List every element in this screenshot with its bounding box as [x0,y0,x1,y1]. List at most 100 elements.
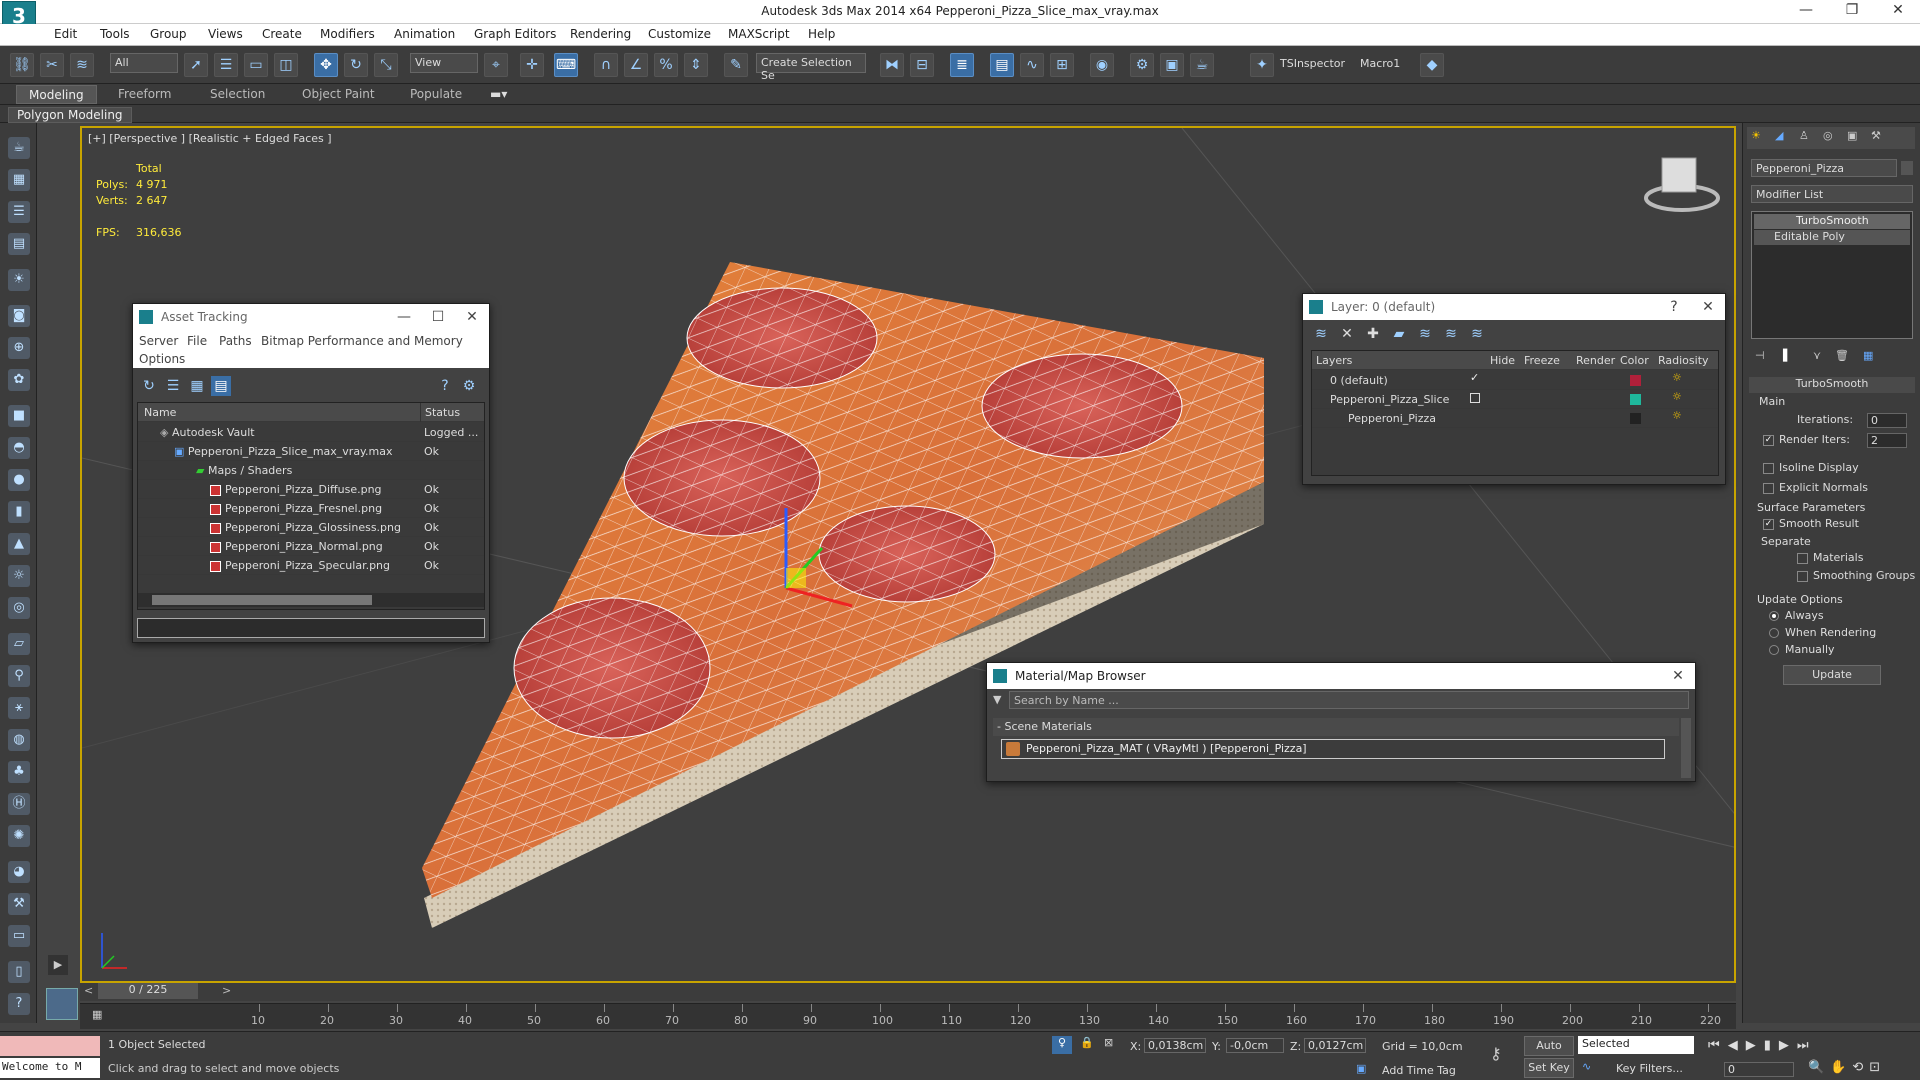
curve-editor-icon[interactable]: ∿ [1020,53,1044,77]
menu-options[interactable]: Options [139,352,185,366]
radiosity-icon[interactable]: ☼ [1672,371,1682,384]
cone-icon[interactable]: ▲ [8,533,30,555]
explicit-normals-checkbox[interactable] [1763,483,1774,494]
ts-inspector-icon[interactable]: ✦ [1250,53,1274,77]
macro-label[interactable]: Macro1 [1360,57,1400,70]
add-to-layer-icon[interactable]: ✚ [1363,324,1383,344]
snap-toggle-icon[interactable]: ∩ [594,53,618,77]
menu-create[interactable]: Create [262,27,302,41]
absolute-mode-icon[interactable]: ⊠ [1104,1036,1113,1049]
modify-tab-icon[interactable]: ◢ [1775,129,1783,142]
plane-icon[interactable]: ▱ [8,633,30,655]
manipulate-icon[interactable]: ✛ [520,53,544,77]
playback-controls[interactable]: ⏮◀▶▮▶⏭ [1708,1038,1918,1058]
column-layers[interactable]: Layers [1316,351,1352,370]
highlight-layer-icon[interactable]: ≋ [1415,324,1435,344]
tripod-icon[interactable]: ⚹ [8,697,30,719]
settings-icon[interactable]: ⚙ [459,376,479,396]
close-button[interactable]: ✕ [1661,663,1695,689]
dome-icon[interactable]: ◓ [8,437,30,459]
layer-color-swatch[interactable] [1630,413,1641,424]
table-row[interactable]: ▰ Maps / Shaders [138,461,484,480]
named-selection-set-dropdown[interactable]: Create Selection Se [756,53,866,82]
mini-curve-editor-icon[interactable]: ▦ [92,1008,112,1026]
ribbon-options-icon[interactable]: ▬▾ [490,87,507,101]
always-radio[interactable] [1769,611,1779,621]
menu-graph-editors[interactable]: Graph Editors [474,27,556,41]
minimize-button[interactable]: — [387,304,421,330]
auto-key-button[interactable]: Auto Key [1524,1036,1574,1070]
y-coord-field[interactable]: -0,0cm [1226,1038,1284,1053]
material-editor-icon[interactable]: ◉ [1090,53,1114,77]
key-tangent-icon[interactable]: ∿ [1582,1060,1591,1073]
plant-icon[interactable]: ♣ [8,761,30,783]
z-coord-field[interactable]: 0,0127cm [1304,1038,1366,1053]
column-color[interactable]: Color [1620,351,1649,370]
hair-icon[interactable]: Ⓗ [8,793,30,815]
table-view-icon[interactable]: ▤ [211,376,231,396]
manually-radio[interactable] [1769,645,1779,655]
menu-edit[interactable]: Edit [54,27,77,41]
smoothing-groups-checkbox[interactable] [1797,571,1808,582]
torus-icon[interactable]: ◎ [8,597,30,619]
key-filters-button[interactable]: Key Filters... [1616,1062,1683,1075]
column-freeze[interactable]: Freeze [1524,351,1560,370]
maxscript-input[interactable]: Welcome to M [0,1058,100,1078]
iterations-spinner[interactable]: 0 [1867,413,1907,428]
ribbon-toggle-icon[interactable]: ▤ [990,53,1014,77]
menu-modifiers[interactable]: Modifiers [320,27,375,41]
materials-checkbox[interactable] [1797,553,1808,564]
search-options-icon[interactable]: ▼ [993,693,1001,706]
scale-icon[interactable]: ⤡ [374,53,398,77]
viewcube[interactable] [1661,157,1697,193]
active-layer-check-icon[interactable]: ✓ [1470,371,1479,384]
radiosity-icon[interactable]: ☼ [1672,409,1682,422]
camera-icon[interactable]: ◙ [8,305,30,327]
cylinder-icon[interactable]: ▮ [8,501,30,523]
column-radiosity[interactable]: Radiosity [1658,351,1709,370]
menu-customize[interactable]: Customize [648,27,711,41]
when-rendering-radio[interactable] [1769,628,1779,638]
menu-file[interactable]: File [187,334,207,348]
isolate-selection-icon[interactable]: ♀ [1052,1036,1072,1054]
link-icon[interactable]: ⛓ [10,53,34,77]
menu-help[interactable]: Help [808,27,835,41]
tab-populate[interactable]: Populate [410,87,462,101]
stack-item-turbosmooth[interactable]: TurboSmooth [1754,214,1910,229]
ts-inspector-label[interactable]: TSInspector [1280,57,1345,70]
motion-tab-icon[interactable]: ◎ [1823,129,1833,142]
globe-icon[interactable]: ◍ [8,729,30,751]
window-crossing-icon[interactable]: ◫ [274,53,298,77]
box-icon[interactable]: ■ [8,405,30,427]
sun-icon[interactable]: ☼ [8,565,30,587]
close-button[interactable]: ✕ [455,304,489,330]
align-icon[interactable]: ⊟ [910,53,934,77]
lock-icon[interactable]: 🔒 [1080,1036,1094,1049]
layer-color-swatch[interactable] [1630,394,1641,405]
radiosity-icon[interactable]: ☼ [1672,390,1682,403]
menu-views[interactable]: Views [208,27,243,41]
image-icon[interactable]: ▦ [8,169,30,191]
rotate-icon[interactable]: ↻ [344,53,368,77]
new-layer-icon[interactable]: ≋ [1311,324,1331,344]
menu-paths[interactable]: Paths [219,334,252,348]
track-bar[interactable]: 10 20 30 40 50 60 70 80 90 100 110 120 130 140 150 160 1… [80,1003,1736,1029]
remove-modifier-icon[interactable]: 🗑 [1835,349,1849,362]
maximize-button[interactable]: ❐ [1832,2,1872,18]
menu-tools[interactable]: Tools [100,27,130,41]
key-icon[interactable]: ⚷ [1490,1044,1502,1063]
help-icon[interactable]: ? [435,376,455,396]
menu-group[interactable]: Group [150,27,187,41]
render-production-icon[interactable]: ☕ [1190,53,1214,77]
object-name-field[interactable]: Pepperoni_Pizza [1751,159,1897,177]
keyboard-shortcut-icon[interactable]: ⌨ [554,53,578,77]
light-icon[interactable]: ☀ [8,269,30,291]
render-sphere-icon[interactable]: ◕ [8,861,30,883]
display-tab-icon[interactable]: ▣ [1847,129,1857,142]
search-input[interactable]: Search by Name ... [1009,691,1689,709]
turbosmooth-rollout-title[interactable]: TurboSmooth [1749,377,1915,393]
asset-tracking-titlebar[interactable]: Asset Tracking — ☐ ✕ [133,304,489,330]
select-object-icon[interactable]: ➚ [184,53,208,77]
utility-icon[interactable]: ⚒ [8,893,30,915]
move-icon[interactable]: ✥ [314,53,338,77]
